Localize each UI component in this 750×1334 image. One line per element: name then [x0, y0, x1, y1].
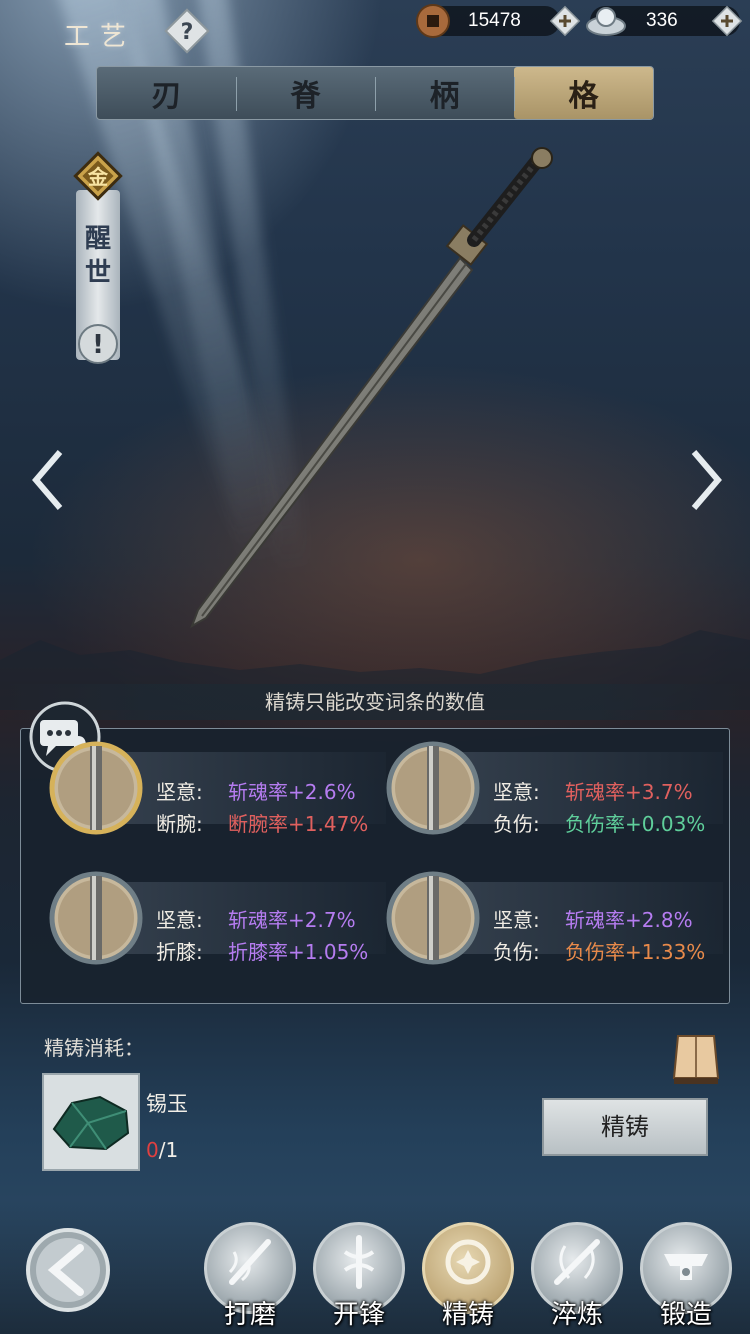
lantern-icon: [672, 1035, 720, 1084]
add-silver-button[interactable]: [711, 5, 743, 37]
material-owned: 0: [146, 1138, 159, 1162]
refine-icon: [445, 1239, 491, 1285]
gold-rank-icon: 金: [73, 151, 123, 201]
grind-icon: [228, 1239, 271, 1285]
warning-icon[interactable]: !: [76, 322, 120, 366]
entry-value: 斩魂率+2.6%: [228, 780, 356, 804]
material-slot[interactable]: [42, 1073, 140, 1171]
entry-label: 断腕:: [156, 812, 203, 836]
next-arrow-icon[interactable]: [686, 448, 726, 512]
refine-hint: 精铸只能改变词条的数值: [0, 684, 750, 720]
nav-label: 精铸: [441, 1300, 494, 1330]
entry-value: 折膝率+1.05%: [228, 940, 369, 964]
add-copper-button[interactable]: [549, 5, 581, 37]
entry-label: 坚意:: [493, 908, 540, 932]
entry-label: 负伤:: [493, 940, 540, 964]
tab-blade[interactable]: 刃: [97, 67, 236, 119]
nav-forge[interactable]: 锻造: [640, 1222, 732, 1334]
entry-label: 坚意:: [493, 780, 540, 804]
weapon-part-icon: [49, 741, 143, 835]
copper-amount: 15478: [468, 10, 521, 31]
entry-value: 斩魂率+2.7%: [228, 908, 356, 932]
copper-coin-icon: [416, 4, 450, 38]
material-name: 锡玉: [146, 1092, 188, 1116]
svg-text:!: !: [92, 330, 104, 360]
entry-value: 负伤率+0.03%: [565, 812, 706, 836]
svg-text:金: 金: [87, 165, 109, 189]
nav-refine[interactable]: 精铸: [422, 1222, 514, 1334]
nav-label: 锻造: [659, 1300, 712, 1330]
material-count: 0/1: [146, 1138, 178, 1162]
nav-grind[interactable]: 打磨: [204, 1222, 296, 1334]
weapon-part-icon: [49, 871, 143, 965]
top-bar: 工艺 ? 15478 336: [0, 0, 750, 56]
silver-amount: 336: [646, 10, 678, 31]
nav-label: 淬炼: [550, 1300, 603, 1330]
page-title: 工艺: [64, 22, 137, 52]
nav-label: 打磨: [223, 1300, 276, 1330]
attribute-entry[interactable]: 坚意: 斩魂率+2.7% 折膝: 折膝率+1.05%: [46, 868, 386, 968]
svg-text:?: ?: [181, 20, 194, 45]
entry-value: 斩魂率+2.8%: [565, 908, 693, 932]
weapon-name-banner[interactable]: 金 醒世 !: [72, 150, 124, 370]
entry-value: 负伤率+1.33%: [565, 940, 706, 964]
entry-value: 断腕率+1.47%: [228, 812, 369, 836]
sword-image: [190, 147, 553, 629]
entry-value: 斩魂率+3.7%: [565, 780, 693, 804]
attribute-entry[interactable]: 坚意: 斩魂率+2.6% 断腕: 断腕率+1.47%: [46, 738, 386, 838]
tab-hilt[interactable]: 柄: [375, 67, 514, 119]
nav-temper[interactable]: 淬炼: [531, 1222, 623, 1334]
tab-spine[interactable]: 脊: [236, 67, 375, 119]
forge-icon: [664, 1254, 708, 1280]
entry-label: 折膝:: [156, 940, 203, 964]
nav-sharpen[interactable]: 开锋: [313, 1222, 405, 1334]
tab-guard[interactable]: 格: [514, 67, 653, 119]
silver-ingot-icon: [586, 7, 626, 36]
entry-label: 坚意:: [156, 780, 203, 804]
back-button[interactable]: [24, 1226, 112, 1314]
part-tabs: 刃 脊 柄 格: [96, 66, 654, 120]
weapon-part-icon: [386, 741, 480, 835]
sharpen-icon: [343, 1235, 375, 1289]
entry-label: 坚意:: [156, 908, 203, 932]
question-icon[interactable]: ?: [162, 6, 212, 56]
temper-icon: [554, 1239, 600, 1285]
weapon-part-icon: [386, 871, 480, 965]
tin-jade-icon: [52, 1095, 130, 1151]
attribute-entry[interactable]: 坚意: 斩魂率+2.8% 负伤: 负伤率+1.33%: [383, 868, 723, 968]
cost-label: 精铸消耗：: [44, 1036, 144, 1060]
weapon-name: 醒世: [84, 224, 111, 288]
material-required: /1: [158, 1138, 179, 1162]
attribute-entry[interactable]: 坚意: 斩魂率+3.7% 负伤: 负伤率+0.03%: [383, 738, 723, 838]
entry-label: 负伤:: [493, 812, 540, 836]
previous-arrow-icon[interactable]: [28, 448, 68, 512]
refine-button[interactable]: 精铸: [542, 1098, 708, 1156]
nav-label: 开锋: [332, 1300, 385, 1330]
